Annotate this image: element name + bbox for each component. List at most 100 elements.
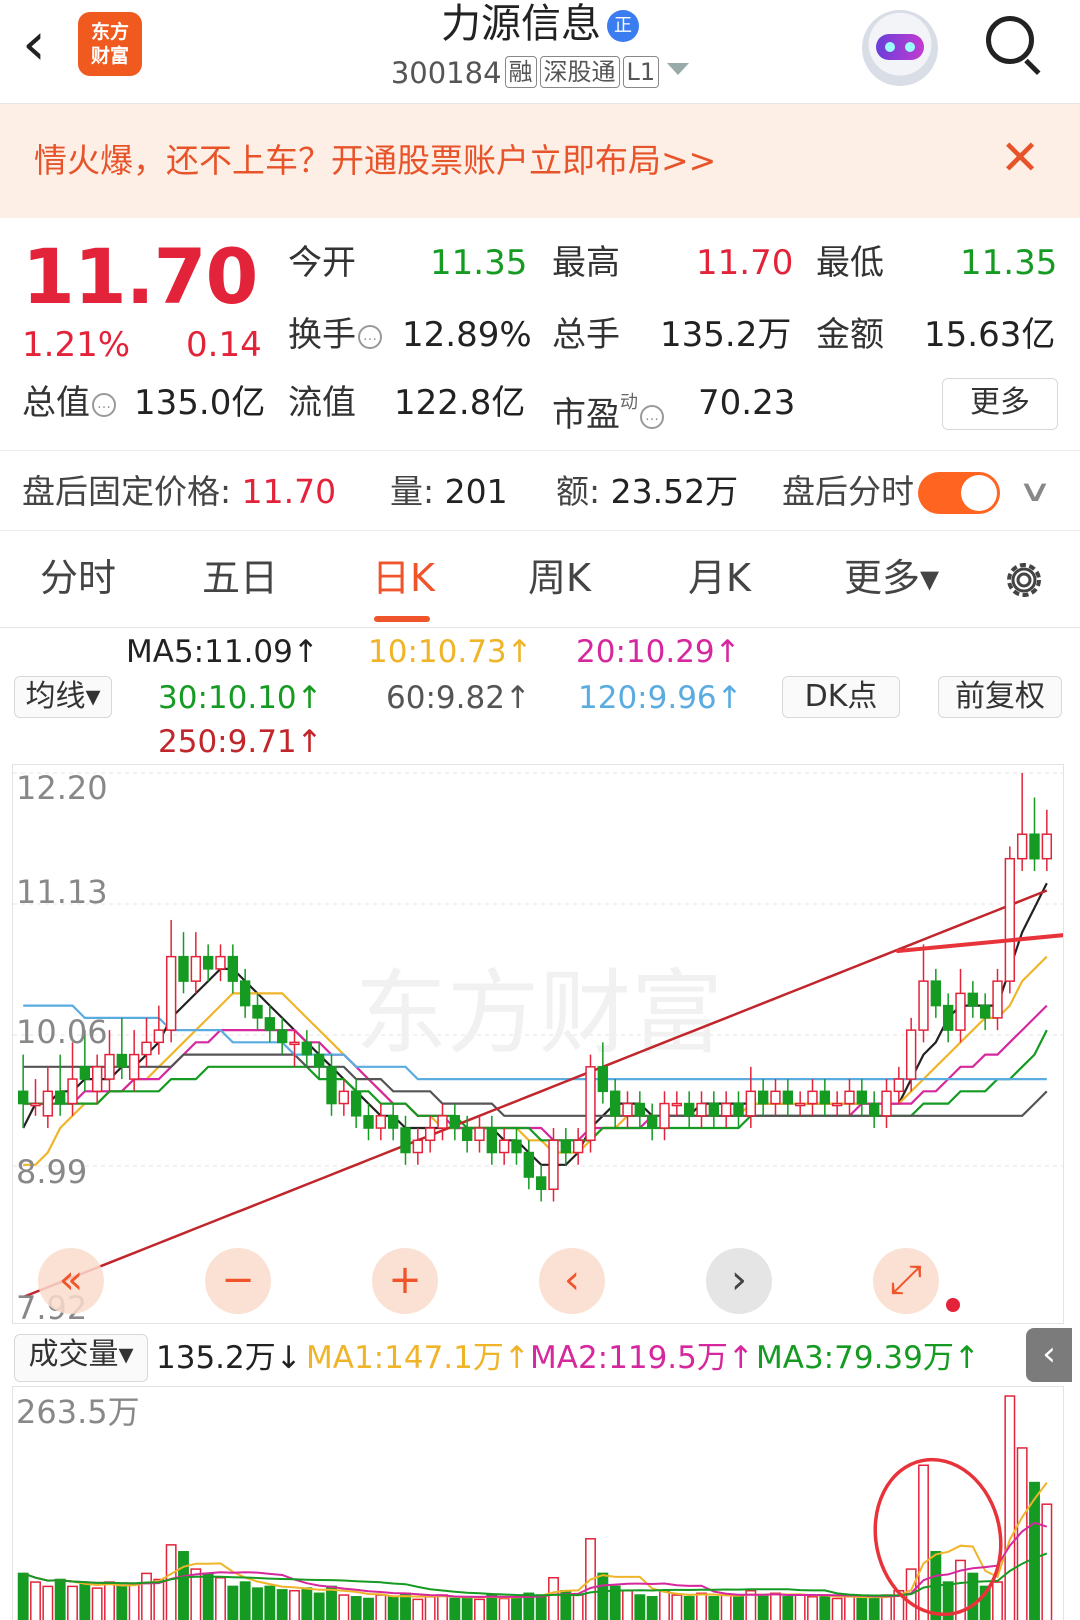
candle-down (930, 980, 942, 1007)
zoom-in-button[interactable]: + (372, 1248, 438, 1314)
open-value: 11.35 (430, 243, 528, 283)
tab-intraday[interactable]: 分时 (40, 554, 116, 602)
candle-down (449, 1115, 461, 1129)
dk-point-button[interactable]: DK点 (782, 676, 900, 718)
adjust-button[interactable]: 前复权 (938, 676, 1062, 718)
prev-button[interactable]: ‹ (539, 1248, 605, 1314)
volume-selector[interactable]: 成交量▾ (14, 1334, 148, 1382)
kline-chart[interactable]: 东方财富 (12, 764, 1064, 1324)
volume-bar-up (794, 1594, 806, 1620)
volume-bar-down (683, 1596, 695, 1620)
candle-up (622, 1102, 633, 1117)
volume-chart[interactable] (12, 1386, 1064, 1620)
active-tab-indicator (374, 616, 430, 622)
candle-up (918, 980, 929, 1031)
float-value: 122.8亿 (394, 383, 526, 423)
candle-down (979, 1004, 991, 1019)
tab-five-day[interactable]: 五日 (202, 554, 278, 602)
close-icon[interactable]: ✕ (1000, 132, 1040, 184)
tab-daily-k[interactable]: 日K (372, 554, 435, 602)
after-hours-volume-label: 量: (390, 472, 435, 511)
tab-more[interactable]: 更多▾ (844, 554, 939, 602)
tab-weekly-k[interactable]: 周K (528, 554, 591, 602)
candle-up (141, 1041, 152, 1056)
current-price: 11.70 (22, 232, 258, 321)
volume-svg[interactable] (13, 1387, 1064, 1620)
volume-bar-up (215, 1576, 226, 1620)
after-hours-amount: 额: 23.52万 (556, 470, 738, 514)
info-icon[interactable]: … (640, 405, 664, 429)
stock-name: 力源信息 (441, 1, 601, 47)
volume-bar-up (831, 1597, 843, 1620)
volume-bar-up (659, 1589, 670, 1620)
candle-up (548, 1139, 559, 1191)
fullscreen-button[interactable]: ⤢ (873, 1248, 939, 1314)
candle-up (128, 1053, 140, 1080)
candle-down (708, 1102, 720, 1117)
candle-up (893, 1078, 905, 1093)
more-quote-button[interactable]: 更多 (942, 378, 1058, 430)
candle-down (486, 1127, 498, 1154)
candle-down (276, 1029, 288, 1044)
ma-selector[interactable]: 均线▾ (14, 676, 112, 718)
volume-bar-up (128, 1583, 140, 1620)
collapse-side-button[interactable]: ‹ (1026, 1328, 1072, 1382)
volume-bar-up (165, 1544, 177, 1620)
search-icon-ring (986, 16, 1034, 64)
tab-monthly-k[interactable]: 月K (688, 554, 751, 602)
volume-bar-down (646, 1596, 658, 1620)
volume-bar-up (498, 1597, 510, 1620)
low-label: 最低 (816, 243, 884, 283)
volume-bar-up (807, 1596, 818, 1620)
info-icon[interactable]: … (92, 393, 116, 417)
volume-bar-up (696, 1592, 707, 1620)
candle-down (523, 1151, 535, 1178)
volume-bar-down (819, 1594, 831, 1620)
after-hours-price-value: 11.70 (241, 472, 337, 511)
candle-down (400, 1127, 411, 1154)
volume-bar-down (178, 1551, 189, 1620)
assistant-robot-icon[interactable] (862, 10, 938, 86)
candle-up (881, 1090, 892, 1117)
volume-bar-up (338, 1594, 350, 1620)
candle-down (609, 1090, 621, 1117)
volume-ma2: MA2:119.5万↑ (530, 1340, 754, 1376)
candle-up (474, 1127, 485, 1142)
tag-connect: 深股通 (539, 56, 620, 88)
promo-banner[interactable]: 情火爆，还不上车？开通股票账户立即布局>> ✕ (0, 104, 1080, 218)
after-hours-toggle[interactable] (918, 472, 1000, 514)
gear-icon[interactable] (1000, 556, 1048, 604)
volume-bar-up (622, 1589, 633, 1620)
search-icon[interactable] (984, 14, 1044, 75)
caret-down-icon[interactable] (667, 63, 690, 75)
candle-up (437, 1115, 448, 1129)
turnover-label-text: 换手 (288, 315, 356, 355)
candle-up (585, 1066, 596, 1142)
notification-dot (946, 1298, 960, 1312)
candle-down (560, 1139, 572, 1154)
candle-down (17, 1090, 29, 1105)
volume-bar-down (387, 1596, 399, 1620)
kline-svg[interactable]: 东方财富 (13, 765, 1064, 1324)
ma20-value: 20:10.29↑ (576, 634, 741, 670)
volume-bar-up (992, 1581, 1003, 1620)
chart-tabs: 分时 五日 日K 周K 月K 更多▾ (0, 532, 1080, 628)
candle-up (498, 1139, 510, 1154)
info-icon[interactable]: … (358, 325, 382, 349)
chevron-down-icon[interactable]: ∨ (1017, 472, 1052, 512)
candle-down (54, 1090, 66, 1105)
tag-level: L1 (622, 56, 660, 88)
next-button[interactable]: › (706, 1248, 772, 1314)
fast-back-button[interactable]: « (38, 1248, 104, 1314)
candle-down (387, 1115, 399, 1129)
after-hours-amount-value: 23.52万 (610, 472, 739, 511)
zoom-out-button[interactable]: − (205, 1248, 271, 1314)
volume-bar-down (54, 1578, 66, 1620)
volume-bar-down (733, 1596, 744, 1620)
volume-bar-down (252, 1587, 263, 1620)
volume-label: 总手 (552, 315, 620, 355)
candle-up (104, 1053, 115, 1080)
promo-text[interactable]: 情火爆，还不上车？开通股票账户立即布局>> (34, 140, 716, 182)
ma5-value: MA5:11.09↑ (126, 634, 319, 670)
volume-bar-down (227, 1585, 239, 1620)
